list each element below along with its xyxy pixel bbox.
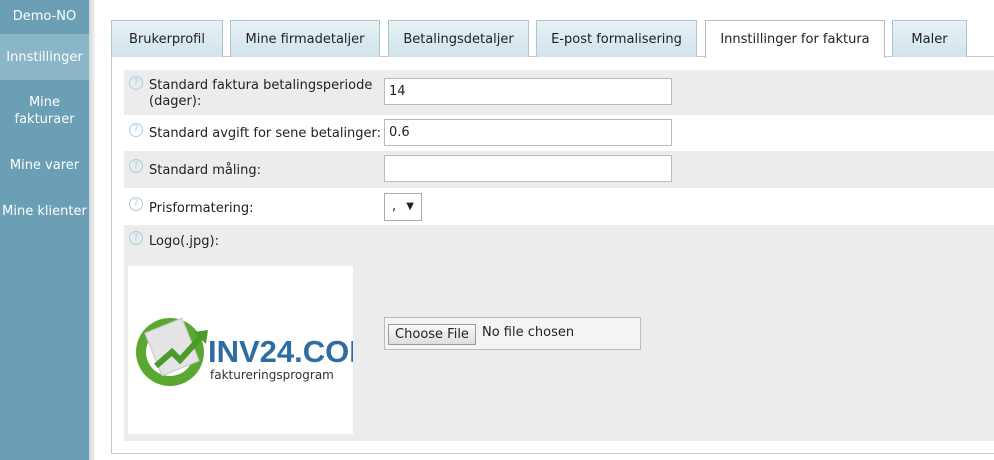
sidebar: Demo-NO Innstillinger Mine fakturaer Min… xyxy=(0,0,89,460)
sidebar-item-innstillinger[interactable]: Innstillinger xyxy=(0,34,89,80)
choose-file-button[interactable]: Choose File xyxy=(388,324,476,345)
payment-period-input[interactable]: 14 xyxy=(384,78,672,105)
late-fee-input[interactable]: 0.6 xyxy=(384,119,672,146)
form-row-measure: ? Standard måling: xyxy=(124,151,994,188)
late-fee-label: Standard avgift for sene betalinger: xyxy=(149,126,382,141)
logo-brand-text: INV24.COM xyxy=(208,334,353,369)
price-format-label: Prisformatering: xyxy=(149,201,254,216)
chevron-down-icon: ▼ xyxy=(406,201,414,212)
price-format-value: , xyxy=(392,199,397,214)
sidebar-item-mine-klienter[interactable]: Mine klienter xyxy=(0,188,89,234)
tab-betalingsdetaljer[interactable]: Betalingsdetaljer xyxy=(388,20,529,57)
help-icon[interactable]: ? xyxy=(129,76,143,90)
inv24-logo: INV24.COM faktureringsprogram xyxy=(136,317,375,386)
form-row-payment-period: ? Standard faktura betalingsperiode (dag… xyxy=(124,70,994,115)
sidebar-item-mine-fakturaer[interactable]: Mine fakturaer xyxy=(0,80,89,142)
measure-label: Standard måling: xyxy=(149,163,261,178)
tab-e-post-formalisering[interactable]: E-post formalisering xyxy=(536,20,697,57)
form-row-late-fee: ? Standard avgift for sene betalinger: 0… xyxy=(124,115,994,151)
price-format-select[interactable]: , ▼ xyxy=(384,193,422,221)
measure-input[interactable] xyxy=(384,155,672,182)
tab-brukerprofil[interactable]: Brukerprofil xyxy=(111,20,223,57)
sidebar-shadow xyxy=(89,0,95,460)
logo-label: Logo(.jpg): xyxy=(149,234,219,249)
file-status-text: No file chosen xyxy=(482,325,575,340)
sidebar-item-label: Mine fakturaer xyxy=(14,95,75,127)
sidebar-item-label: Mine klienter xyxy=(2,203,87,219)
help-icon[interactable]: ? xyxy=(129,197,143,211)
tab-mine-firmadetaljer[interactable]: Mine firmadetaljer xyxy=(230,20,380,57)
sidebar-item-mine-varer[interactable]: Mine varer xyxy=(0,142,89,188)
sidebar-title[interactable]: Demo-NO xyxy=(0,0,89,34)
sidebar-item-label: Mine varer xyxy=(9,157,80,173)
tab-maler[interactable]: Maler xyxy=(892,20,967,57)
form-row-price-format: ? Prisformatering: , ▼ xyxy=(124,188,994,225)
logo-preview: INV24.COM faktureringsprogram xyxy=(128,266,375,434)
help-icon[interactable]: ? xyxy=(129,123,143,137)
help-icon[interactable]: ? xyxy=(129,159,143,173)
logo-tagline-text: faktureringsprogram xyxy=(210,368,334,382)
tab-innstillinger-for-faktura[interactable]: Innstillinger for faktura xyxy=(705,20,885,58)
logo-upload-field: Choose File No file chosen xyxy=(384,317,641,350)
sidebar-item-label: Innstillinger xyxy=(6,49,83,65)
payment-period-label: Standard faktura betalingsperiode (dager… xyxy=(149,78,373,109)
help-icon[interactable]: ? xyxy=(129,231,143,245)
